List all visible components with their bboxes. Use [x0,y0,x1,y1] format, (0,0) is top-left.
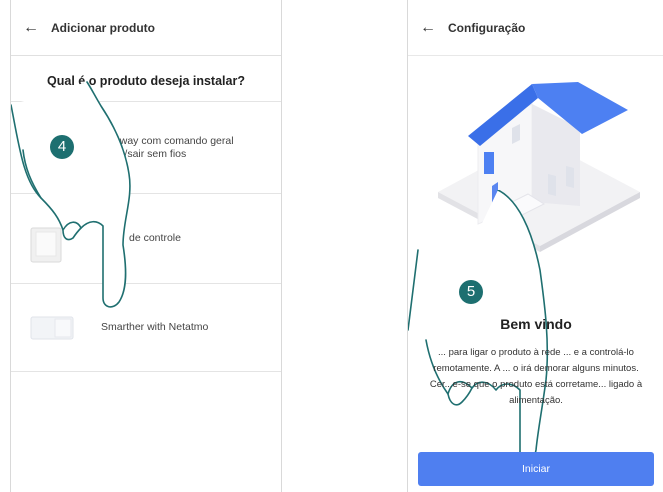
configuration-screen: ← Configuração 5 Bem vindo ... para liga… [407,0,663,492]
app-bar: ← Adicionar produto [11,0,281,56]
step-badge-5: 5 [459,280,483,304]
page-title: Configuração [448,20,526,35]
back-arrow-icon[interactable]: ← [408,19,448,37]
app-bar: ← Configuração [408,0,663,56]
back-arrow-icon[interactable]: ← [11,19,51,37]
step-badge-4: 4 [50,135,74,159]
welcome-text: ... para ligar o produto à rede ... e a … [429,347,643,406]
welcome-title: Bem vindo [500,316,572,332]
pointing-hand-overlay [408,190,549,462]
page-title: Adicionar produto [51,20,155,35]
add-product-screen: ← Adicionar produto Qual é o produto des… [10,0,282,492]
start-button[interactable]: Iniciar [418,452,654,486]
pointing-hand-overlay [11,81,131,308]
